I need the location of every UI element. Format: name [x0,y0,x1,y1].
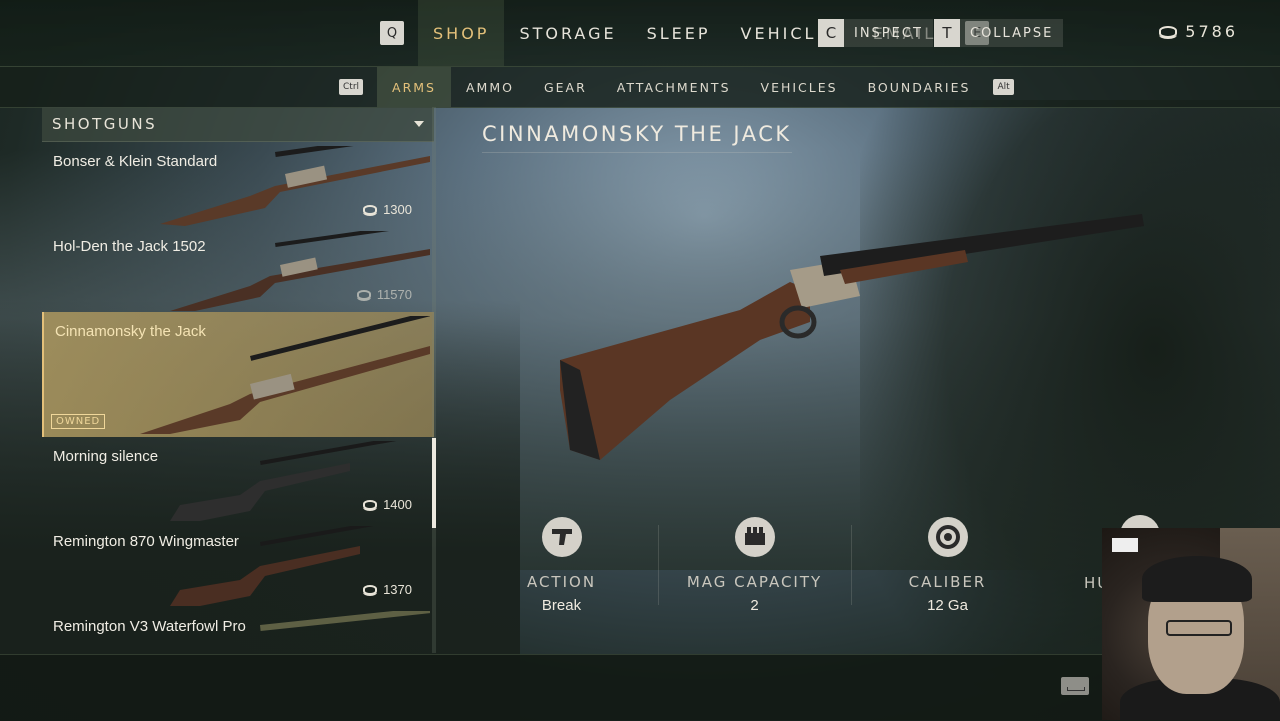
tab-shop[interactable]: SHOP [418,0,505,66]
collapse-button[interactable]: T COLLAPSE [934,19,1064,47]
subtab-boundaries[interactable]: BOUNDARIES [853,67,986,107]
stat-label: MAG CAPACITY [686,573,823,591]
inspect-button[interactable]: C INSPECT [818,19,933,47]
coins-icon [363,584,378,596]
subtab-gear[interactable]: GEAR [529,67,602,107]
subtab-ammo[interactable]: AMMO [451,67,529,107]
list-scrollbar-thumb[interactable] [432,438,436,528]
stat-value: Break [541,597,582,614]
item-name: Morning silence [53,448,159,465]
inspect-label: INSPECT [854,25,923,41]
stat-action: ACTION Break [465,515,658,615]
weapon-title: CINNAMONSKY THE JACK [482,122,792,153]
subtab-attachments[interactable]: ATTACHMENTS [602,67,746,107]
category-dropdown[interactable]: SHOTGUNS [42,107,434,142]
item-name: Remington V3 Waterfowl Pro [53,618,246,635]
list-item-cinnamonsky-the-jack[interactable]: Cinnamonsky the Jack OWNED [42,312,434,437]
chevron-down-icon [414,121,424,127]
tab-storage[interactable]: STORAGE [504,0,631,66]
subtab-vehicles[interactable]: VEHICLES [746,67,853,107]
webcam-overlay [1102,528,1280,720]
item-name: Hol-Den the Jack 1502 [53,238,206,255]
key-hint-next-subtab[interactable]: Alt [993,79,1014,95]
coins-icon [356,289,371,301]
webcam-person-glasses [1166,620,1232,636]
collapse-label: COLLAPSE [970,25,1054,41]
stat-value: 2 [750,597,759,614]
stat-label: CALIBER [908,573,987,591]
price-value: 1400 [383,497,412,512]
item-name: Bonser & Klein Standard [53,153,218,170]
ammo-box-icon [734,517,775,557]
stat-value: 12 Ga [927,597,968,614]
sub-tabs: Ctrl ARMS AMMO GEAR ATTACHMENTS VEHICLES… [339,67,1014,107]
key-hint-prev-tab[interactable]: Q [380,21,404,45]
coins-icon [363,499,378,511]
key-hint-inspect: C [818,19,844,47]
currency-display: 5786 [1159,22,1238,41]
item-price: 1300 [363,202,412,217]
item-name: Remington 870 Wingmaster [53,533,239,550]
subtab-arms[interactable]: ARMS [377,67,451,107]
caliber-icon [927,517,968,557]
stat-caliber: CALIBER 12 Ga [851,515,1044,615]
stat-mag-capacity: MAG CAPACITY 2 [658,515,851,615]
key-hint-prev-subtab[interactable]: Ctrl [339,79,364,95]
price-value: 1370 [383,582,412,597]
currency-amount: 5786 [1185,22,1238,41]
list-item-remington-v3-waterfowl-pro[interactable]: Remington V3 Waterfowl Pro [42,607,434,653]
sub-navigation-bar: Ctrl ARMS AMMO GEAR ATTACHMENTS VEHICLES… [0,67,1280,108]
item-price: 1400 [363,497,412,512]
top-navigation-bar: Q SHOP STORAGE SLEEP VEHICLES EMAIL E 57… [0,0,1280,67]
coins-icon [1159,25,1178,39]
spacebar-key-icon[interactable] [1061,677,1089,695]
webcam-light [1112,538,1138,552]
weapon-preview-image[interactable] [540,200,1160,470]
list-item-remington-870-wingmaster[interactable]: Remington 870 Wingmaster 1370 [42,522,434,607]
item-name: Cinnamonsky the Jack [55,323,206,340]
key-hint-collapse: T [934,19,960,47]
coins-icon [363,204,378,216]
list-item-morning-silence[interactable]: Morning silence 1400 [42,437,434,522]
price-value: 11570 [376,287,412,302]
list-item-hol-den-the-jack-1502[interactable]: Hol-Den the Jack 1502 11570 [42,227,434,312]
weapon-list-panel: SHOTGUNS Bonser & Klein Standard 1300 Ho… [42,107,434,653]
item-price: 1370 [363,582,412,597]
trigger-icon [541,517,582,557]
category-label: SHOTGUNS [52,115,158,133]
price-value: 1300 [383,202,412,217]
list-item-bonser-klein-standard[interactable]: Bonser & Klein Standard 1300 [42,142,434,227]
owned-badge: OWNED [51,414,106,429]
stat-label: ACTION [526,573,597,591]
weapon-stats: ACTION Break MAG CAPACITY 2 CALIBER 12 G… [465,515,1044,615]
item-price: 11570 [356,287,412,302]
tab-sleep[interactable]: SLEEP [632,0,726,66]
webcam-person-cap [1142,556,1252,602]
list-scrollbar-track[interactable] [432,107,436,653]
